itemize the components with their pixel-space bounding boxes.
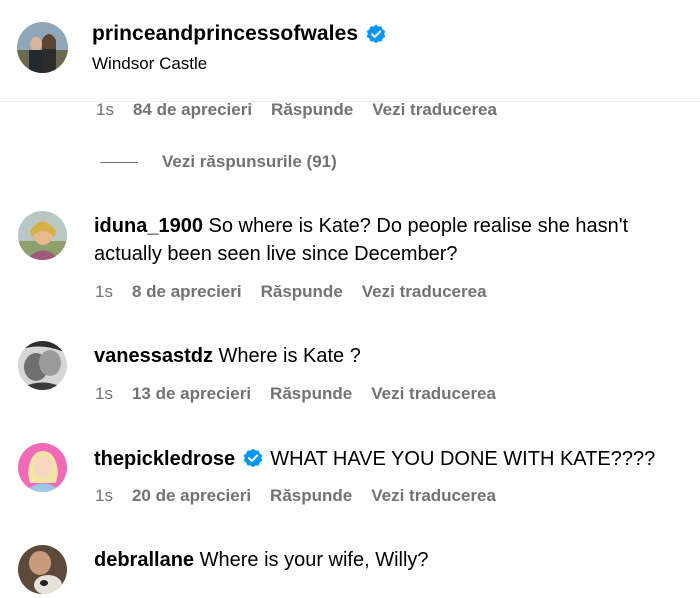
comment-text: Where is Kate ? xyxy=(218,345,361,367)
avatar[interactable] xyxy=(18,211,67,260)
see-translation-button[interactable]: Vezi traducerea xyxy=(372,100,497,120)
comment-text: Where is your wife, Willy? xyxy=(199,549,429,571)
post-author: princeandprincessofwales xyxy=(92,22,386,46)
avatar[interactable] xyxy=(18,443,67,492)
comment-meta-row: 1s 13 de aprecieri Răspunde Vezi traduce… xyxy=(95,384,496,404)
comment-meta-row: 1s 20 de aprecieri Răspunde Vezi traduce… xyxy=(95,486,496,506)
comment-username[interactable]: iduna_1900 xyxy=(94,215,203,237)
comment-username[interactable]: thepickledrose xyxy=(94,448,235,470)
avatar[interactable] xyxy=(17,22,68,73)
comment-body: thepickledrose WHAT HAVE YOU DONE WITH K… xyxy=(94,445,674,473)
replies-divider-line xyxy=(100,161,138,163)
reply-button[interactable]: Răspunde xyxy=(271,100,353,120)
view-replies-label: Vezi răspunsurile (91) xyxy=(162,152,337,171)
likes-count[interactable]: 8 de aprecieri xyxy=(132,282,242,302)
post-header: princeandprincessofwales Windsor Castle xyxy=(0,0,700,102)
likes-count[interactable]: 84 de aprecieri xyxy=(133,100,252,120)
comment-time: 1s xyxy=(95,282,113,301)
see-translation-button[interactable]: Vezi traducerea xyxy=(371,486,496,506)
comment-username[interactable]: vanessastdz xyxy=(94,345,213,367)
verified-badge-icon xyxy=(366,24,386,44)
post-location[interactable]: Windsor Castle xyxy=(92,54,207,74)
comment-meta-row: 1s 84 de aprecieri Răspunde Vezi traduce… xyxy=(96,100,497,120)
see-translation-button[interactable]: Vezi traducerea xyxy=(362,282,487,302)
see-translation-button[interactable]: Vezi traducerea xyxy=(371,384,496,404)
avatar[interactable] xyxy=(18,545,67,594)
view-replies-button[interactable]: Vezi răspunsurile (91) xyxy=(100,152,337,172)
reply-button[interactable]: Răspunde xyxy=(261,282,343,302)
comment-username[interactable]: debrallane xyxy=(94,549,194,571)
reply-button[interactable]: Răspunde xyxy=(270,486,352,506)
comment-text: WHAT HAVE YOU DONE WITH KATE???? xyxy=(270,448,656,470)
comment-meta-row: 1s 8 de aprecieri Răspunde Vezi traducer… xyxy=(95,282,487,302)
comment-time: 1s xyxy=(95,486,113,505)
avatar[interactable] xyxy=(18,341,67,390)
post-author-username[interactable]: princeandprincessofwales xyxy=(92,22,358,46)
comment-time: 1s xyxy=(95,384,113,403)
reply-button[interactable]: Răspunde xyxy=(270,384,352,404)
comment-body: vanessastdz Where is Kate ? xyxy=(94,342,674,370)
likes-count[interactable]: 20 de aprecieri xyxy=(132,486,251,506)
comment-body: iduna_1900 So where is Kate? Do people r… xyxy=(94,212,674,268)
comment-time: 1s xyxy=(96,100,114,119)
likes-count[interactable]: 13 de aprecieri xyxy=(132,384,251,404)
comment-body: debrallane Where is your wife, Willy? xyxy=(94,546,674,574)
verified-badge-icon xyxy=(243,448,262,468)
